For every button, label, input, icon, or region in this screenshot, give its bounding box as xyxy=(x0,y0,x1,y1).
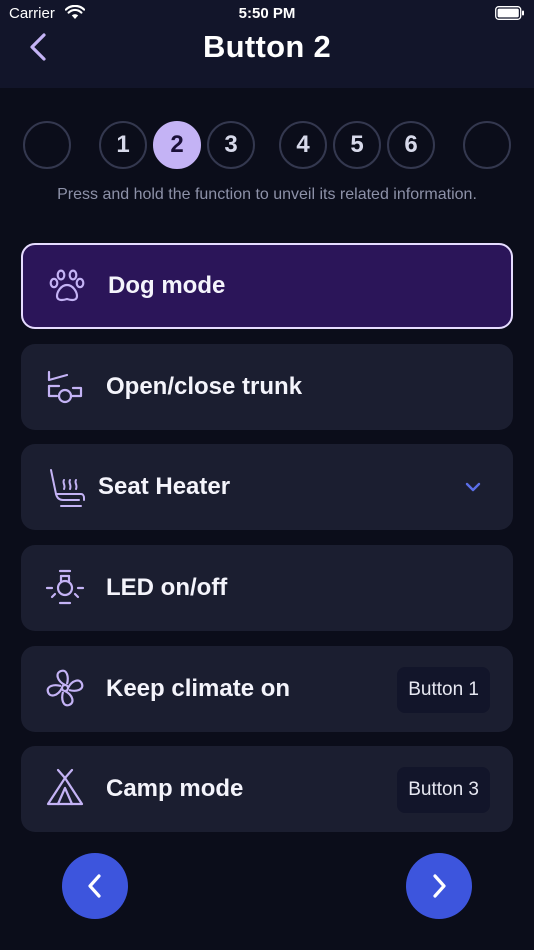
function-label: Seat Heater xyxy=(98,473,231,500)
paw-icon xyxy=(49,269,85,302)
step-empty-left[interactable] xyxy=(23,121,71,169)
step-5[interactable]: 5 xyxy=(333,121,381,169)
instruction-text: Press and hold the function to unveil it… xyxy=(57,186,477,203)
function-label: LED on/off xyxy=(106,574,228,601)
status-bar: Carrier 5:50 PM xyxy=(0,0,534,28)
function-label: Open/close trunk xyxy=(106,373,303,400)
trunk-icon xyxy=(47,370,83,404)
seat-heater-icon xyxy=(50,469,85,507)
function-led-on-off[interactable]: LED on/off xyxy=(21,545,513,631)
next-button[interactable] xyxy=(406,853,472,919)
function-camp-mode[interactable]: Camp mode Button 3 xyxy=(21,746,513,832)
function-label: Dog mode xyxy=(108,272,226,299)
step-3[interactable]: 3 xyxy=(207,121,255,169)
fan-icon xyxy=(46,669,84,707)
light-bulb-icon xyxy=(45,569,85,605)
function-keep-climate-on[interactable]: Keep climate on Button 1 xyxy=(21,646,513,732)
step-1[interactable]: 1 xyxy=(99,121,147,169)
step-4[interactable]: 4 xyxy=(279,121,327,169)
chevron-down-icon[interactable] xyxy=(463,480,483,494)
previous-button[interactable] xyxy=(62,853,128,919)
top-bar: Carrier 5:50 PM Button 2 xyxy=(0,0,534,88)
step-6[interactable]: 6 xyxy=(387,121,435,169)
function-open-close-trunk[interactable]: Open/close trunk xyxy=(21,344,513,430)
step-2[interactable]: 2 xyxy=(153,121,201,169)
page-title: Button 2 xyxy=(202,29,332,64)
battery-icon xyxy=(495,6,524,20)
chevron-left-icon xyxy=(88,874,101,898)
function-dog-mode[interactable]: Dog mode xyxy=(21,243,513,329)
assigned-button-badge: Button 1 xyxy=(397,667,490,713)
status-time: 5:50 PM xyxy=(238,5,296,22)
step-empty-right[interactable] xyxy=(463,121,511,169)
chevron-right-icon xyxy=(433,874,446,898)
function-label: Camp mode xyxy=(106,775,244,802)
function-seat-heater[interactable]: Seat Heater xyxy=(21,444,513,530)
assigned-button-badge: Button 3 xyxy=(397,767,490,813)
function-label: Keep climate on xyxy=(106,675,291,702)
tent-icon xyxy=(46,768,84,806)
